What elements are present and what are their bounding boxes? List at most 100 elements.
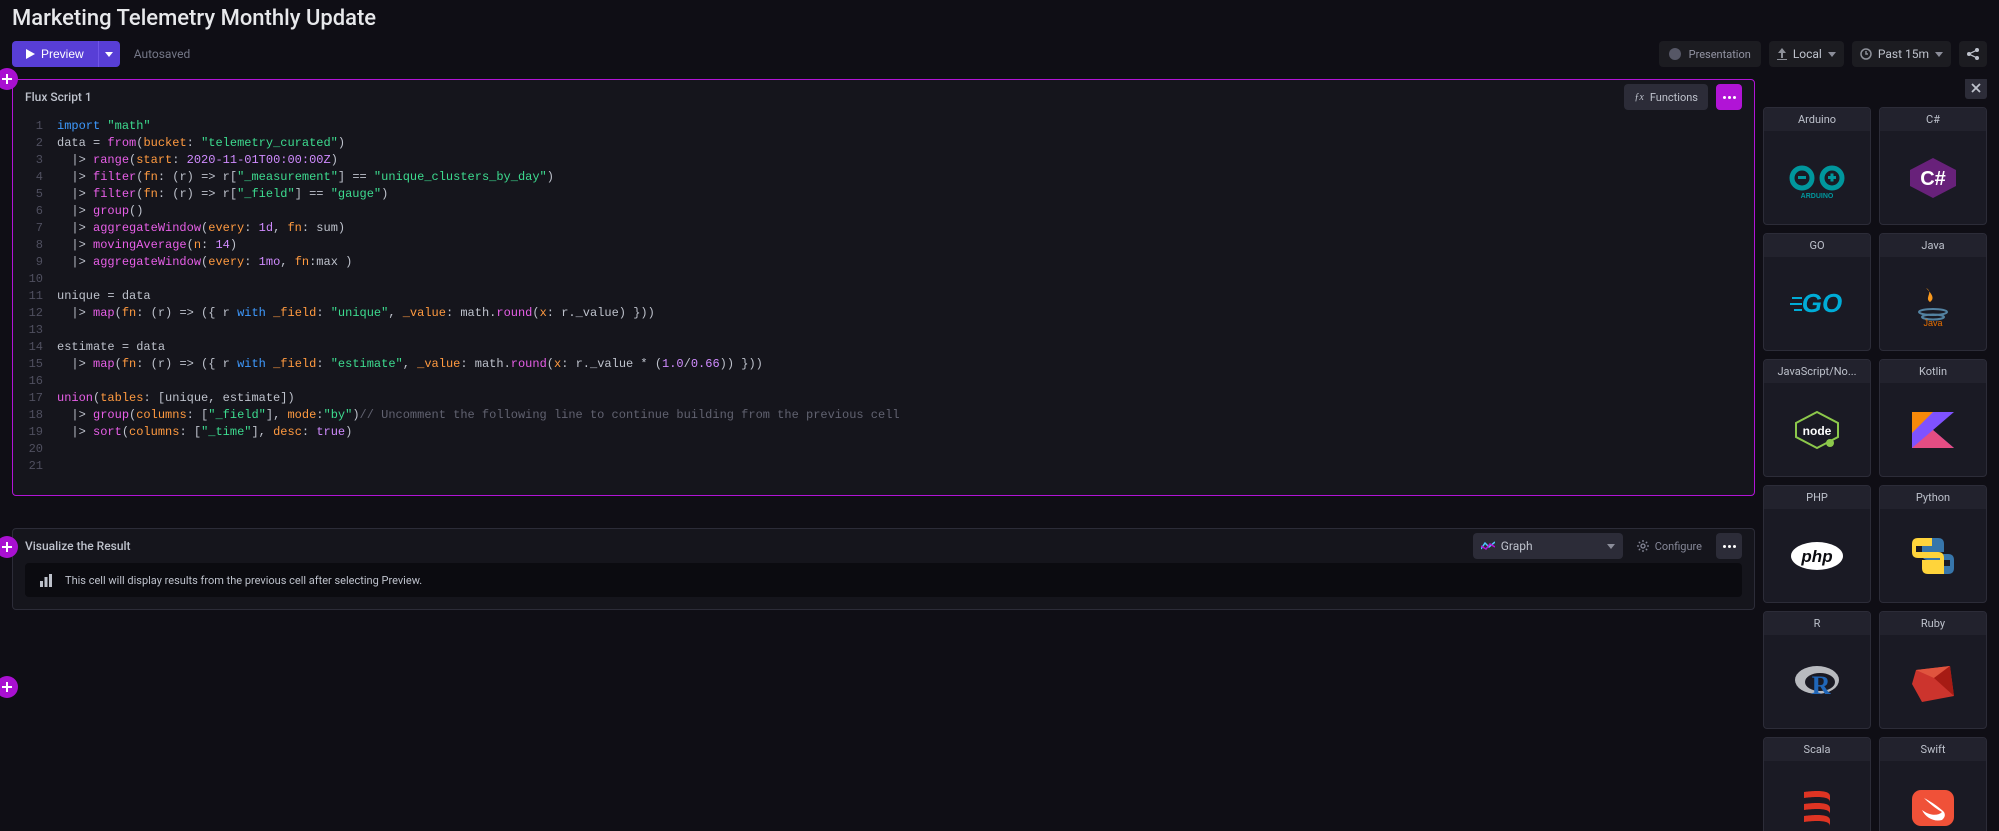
code-editor[interactable]: 1import "math"2data = from(bucket: "tele… bbox=[13, 114, 1754, 495]
code-line: 17union(tables: [unique, estimate]) bbox=[13, 390, 1754, 407]
share-button[interactable] bbox=[1959, 41, 1987, 67]
language-tile-go[interactable]: GO bbox=[1763, 233, 1871, 351]
kebab-icon bbox=[1723, 545, 1736, 548]
language-tile-php[interactable]: PHP bbox=[1763, 485, 1871, 603]
language-tile-arduino[interactable]: Arduino bbox=[1763, 107, 1871, 225]
language-tile-label: PHP bbox=[1764, 486, 1870, 509]
code-line: 19 |> sort(columns: ["_time"], desc: tru… bbox=[13, 424, 1754, 441]
code-line: 20 bbox=[13, 441, 1754, 458]
code-line: 5 |> filter(fn: (r) => r["_field"] == "g… bbox=[13, 186, 1754, 203]
code-content bbox=[57, 441, 64, 458]
php-icon bbox=[1764, 509, 1870, 602]
line-number: 19 bbox=[13, 424, 57, 441]
visualize-cell: Visualize the Result Graph Configure bbox=[12, 528, 1755, 610]
code-content: data = from(bucket: "telemetry_curated") bbox=[57, 135, 345, 152]
csharp-icon bbox=[1880, 131, 1986, 224]
language-tile-label: Swift bbox=[1880, 738, 1986, 761]
code-content bbox=[57, 373, 64, 390]
presentation-toggle[interactable]: Presentation bbox=[1659, 41, 1761, 67]
play-icon bbox=[26, 49, 35, 59]
line-number: 17 bbox=[13, 390, 57, 407]
line-number: 11 bbox=[13, 288, 57, 305]
code-content bbox=[57, 322, 64, 339]
code-line: 10 bbox=[13, 271, 1754, 288]
code-line: 8 |> movingAverage(n: 14) bbox=[13, 237, 1754, 254]
time-range-value: Past 15m bbox=[1878, 47, 1929, 61]
empty-visualization: This cell will display results from the … bbox=[25, 563, 1742, 597]
line-number: 12 bbox=[13, 305, 57, 322]
scala-icon bbox=[1764, 761, 1870, 831]
r-icon bbox=[1764, 635, 1870, 728]
line-number: 4 bbox=[13, 169, 57, 186]
code-line: 12 |> map(fn: (r) => ({ r with _field: "… bbox=[13, 305, 1754, 322]
chevron-down-icon bbox=[1828, 52, 1836, 57]
node-icon bbox=[1764, 383, 1870, 476]
chevron-down-icon bbox=[1935, 52, 1943, 57]
share-icon bbox=[1966, 47, 1980, 61]
autosaved-label: Autosaved bbox=[134, 47, 191, 61]
line-number: 20 bbox=[13, 441, 57, 458]
language-tile-ruby[interactable]: Ruby bbox=[1879, 611, 1987, 729]
cell-title: Visualize the Result bbox=[25, 539, 131, 553]
language-tile-label: Java bbox=[1880, 234, 1986, 257]
language-tile-label: Kotlin bbox=[1880, 360, 1986, 383]
code-content: union(tables: [unique, estimate]) bbox=[57, 390, 295, 407]
code-content: |> sort(columns: ["_time"], desc: true) bbox=[57, 424, 352, 441]
close-icon bbox=[1971, 83, 1981, 93]
kebab-icon bbox=[1723, 96, 1736, 99]
configure-button[interactable]: Configure bbox=[1631, 540, 1708, 553]
code-line: 11unique = data bbox=[13, 288, 1754, 305]
code-line: 4 |> filter(fn: (r) => r["_measurement"]… bbox=[13, 169, 1754, 186]
line-number: 14 bbox=[13, 339, 57, 356]
location-select[interactable]: Local bbox=[1769, 41, 1844, 67]
language-tile-label: C# bbox=[1880, 108, 1986, 131]
language-tile-r[interactable]: R bbox=[1763, 611, 1871, 729]
language-tile-scala[interactable]: Scala bbox=[1763, 737, 1871, 831]
code-content bbox=[57, 458, 64, 475]
cell-menu-button[interactable] bbox=[1716, 533, 1742, 559]
bar-chart-icon bbox=[39, 573, 53, 587]
page-title: Marketing Telemetry Monthly Update bbox=[0, 0, 1999, 41]
time-range-select[interactable]: Past 15m bbox=[1852, 41, 1951, 67]
language-tile-node[interactable]: JavaScript/No... bbox=[1763, 359, 1871, 477]
code-line: 9 |> aggregateWindow(every: 1mo, fn:max … bbox=[13, 254, 1754, 271]
code-line: 6 |> group() bbox=[13, 203, 1754, 220]
close-sidebar-button[interactable] bbox=[1965, 79, 1987, 99]
line-number: 15 bbox=[13, 356, 57, 373]
swift-icon bbox=[1880, 761, 1986, 831]
toggle-dot-icon bbox=[1669, 48, 1681, 60]
line-number: 3 bbox=[13, 152, 57, 169]
line-number: 10 bbox=[13, 271, 57, 288]
code-content bbox=[57, 271, 64, 288]
code-line: 1import "math" bbox=[13, 118, 1754, 135]
language-tile-kotlin[interactable]: Kotlin bbox=[1879, 359, 1987, 477]
language-tile-python[interactable]: Python bbox=[1879, 485, 1987, 603]
code-content: |> group() bbox=[57, 203, 143, 220]
language-tile-csharp[interactable]: C# bbox=[1879, 107, 1987, 225]
preview-button[interactable]: Preview bbox=[12, 41, 98, 67]
code-line: 15 |> map(fn: (r) => ({ r with _field: "… bbox=[13, 356, 1754, 373]
code-content: |> filter(fn: (r) => r["_measurement"] =… bbox=[57, 169, 554, 186]
cell-menu-button[interactable] bbox=[1716, 84, 1742, 110]
code-content: |> filter(fn: (r) => r["_field"] == "gau… bbox=[57, 186, 388, 203]
language-tile-label: Arduino bbox=[1764, 108, 1870, 131]
line-number: 18 bbox=[13, 407, 57, 424]
code-line: 21 bbox=[13, 458, 1754, 475]
code-line: 18 |> group(columns: ["_field"], mode:"b… bbox=[13, 407, 1754, 424]
code-line: 13 bbox=[13, 322, 1754, 339]
language-tile-label: GO bbox=[1764, 234, 1870, 257]
visualization-type-select[interactable]: Graph bbox=[1473, 533, 1623, 559]
language-tile-java[interactable]: Java bbox=[1879, 233, 1987, 351]
add-cell-button[interactable] bbox=[0, 676, 18, 698]
language-tile-label: R bbox=[1764, 612, 1870, 635]
location-value: Local bbox=[1793, 47, 1822, 61]
code-content: |> range(start: 2020-11-01T00:00:00Z) bbox=[57, 152, 338, 169]
configure-button-label: Configure bbox=[1655, 540, 1702, 553]
code-content: |> movingAverage(n: 14) bbox=[57, 237, 237, 254]
code-content: |> map(fn: (r) => ({ r with _field: "est… bbox=[57, 356, 763, 373]
preview-dropdown-button[interactable] bbox=[98, 41, 120, 67]
functions-button[interactable]: ƒx Functions bbox=[1624, 84, 1708, 110]
code-content: import "math" bbox=[57, 118, 151, 135]
language-tile-swift[interactable]: Swift bbox=[1879, 737, 1987, 831]
code-content: |> map(fn: (r) => ({ r with _field: "uni… bbox=[57, 305, 655, 322]
